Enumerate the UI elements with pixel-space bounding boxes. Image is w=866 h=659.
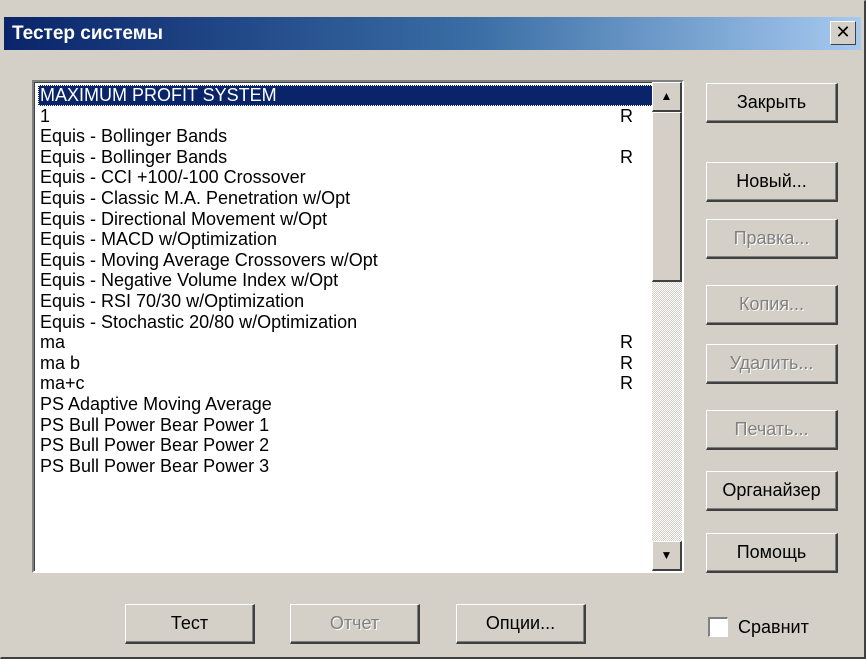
list-item-flag: R xyxy=(620,352,633,373)
list-item[interactable]: Equis - Stochastic 20/80 w/Optimization xyxy=(38,312,656,333)
scroll-up-button[interactable]: ▲ xyxy=(652,82,682,112)
list-item-name: 1 xyxy=(40,105,51,126)
list-item-name: Equis - CCI +100/-100 Crossover xyxy=(40,167,306,188)
test-button[interactable]: Тест xyxy=(125,604,255,644)
list-item[interactable]: PS Adaptive Moving Average xyxy=(38,394,656,415)
list-item-name: PS Bull Power Bear Power 1 xyxy=(40,414,270,435)
systems-listbox[interactable]: MAXIMUM PROFIT SYSTEM 1 R Equis - Bollinger… xyxy=(32,80,684,573)
list-item-name: ma xyxy=(40,332,66,353)
arrow-down-icon: ▼ xyxy=(660,548,673,562)
list-item[interactable]: Equis - Classic M.A. Penetration w/Opt xyxy=(38,188,656,209)
list-item[interactable]: Equis - Negative Volume Index w/Opt xyxy=(38,270,656,291)
scroll-down-button[interactable]: ▼ xyxy=(652,541,682,571)
list-item-name: Equis - Bollinger Bands xyxy=(40,146,228,167)
list-item[interactable]: Equis - RSI 70/30 w/Optimization xyxy=(38,291,656,312)
list-item[interactable]: PS Bull Power Bear Power 1 xyxy=(38,415,656,436)
list-item[interactable]: ma R xyxy=(38,332,656,353)
delete-button[interactable]: Удалить... xyxy=(706,344,838,384)
list-item-flag: R xyxy=(620,146,633,167)
list-item[interactable]: Equis - Moving Average Crossovers w/Opt xyxy=(38,250,656,271)
new-button[interactable]: Новый... xyxy=(706,162,838,202)
compare-checkbox[interactable] xyxy=(708,617,728,637)
scroll-thumb[interactable] xyxy=(652,112,682,282)
close-window-button[interactable]: ✕ xyxy=(830,21,856,45)
list-item[interactable]: MAXIMUM PROFIT SYSTEM xyxy=(38,85,656,106)
list-item-name: ma b xyxy=(40,352,81,373)
help-button[interactable]: Помощь xyxy=(706,533,838,573)
list-item-name: Equis - Moving Average Crossovers w/Opt xyxy=(40,249,378,270)
list-item-name: Equis - Bollinger Bands xyxy=(40,126,228,147)
list-item-flag: R xyxy=(620,332,633,353)
list-item[interactable]: Equis - Bollinger Bands xyxy=(38,126,656,147)
list-item-name: PS Adaptive Moving Average xyxy=(40,393,272,414)
list-item-name: Equis - Negative Volume Index w/Opt xyxy=(40,270,339,291)
arrow-up-icon: ▲ xyxy=(660,89,673,103)
title-bar[interactable]: Тестер системы ✕ xyxy=(4,17,861,50)
list-item[interactable]: Equis - CCI +100/-100 Crossover xyxy=(38,167,656,188)
list-item-name: Equis - RSI 70/30 w/Optimization xyxy=(40,290,305,311)
list-item-name: PS Bull Power Bear Power 2 xyxy=(40,435,270,456)
list-item-flag: R xyxy=(620,105,633,126)
list-item[interactable]: PS Bull Power Bear Power 3 xyxy=(38,456,656,477)
list-item[interactable]: PS Bull Power Bear Power 2 xyxy=(38,435,656,456)
window-title: Тестер системы xyxy=(12,23,164,44)
list-item[interactable]: ma b R xyxy=(38,353,656,374)
systems-list: MAXIMUM PROFIT SYSTEM 1 R Equis - Bollinger… xyxy=(38,85,656,476)
report-button[interactable]: Отчет xyxy=(290,604,420,644)
compare-label: Сравнит xyxy=(738,617,809,637)
vertical-scrollbar[interactable]: ▲ ▼ xyxy=(652,82,682,571)
list-item-name: Equis - Directional Movement w/Opt xyxy=(40,208,328,229)
list-item[interactable]: Equis - Bollinger Bands R xyxy=(38,147,656,168)
organizer-button[interactable]: Органайзер xyxy=(706,471,838,511)
close-icon: ✕ xyxy=(835,22,851,42)
edit-button[interactable]: Правка... xyxy=(706,219,838,259)
copy-button[interactable]: Копия... xyxy=(706,285,838,325)
list-item-name: PS Bull Power Bear Power 3 xyxy=(40,455,270,476)
list-item-flag: R xyxy=(620,373,633,394)
print-button[interactable]: Печать... xyxy=(706,410,838,450)
close-button[interactable]: Закрыть xyxy=(706,83,838,123)
list-item[interactable]: Equis - Directional Movement w/Opt xyxy=(38,209,656,230)
options-button[interactable]: Опции... xyxy=(456,604,586,644)
list-item[interactable]: 1R xyxy=(38,106,656,127)
list-item[interactable]: ma+c R xyxy=(38,373,656,394)
list-item[interactable]: Equis - MACD w/Optimization xyxy=(38,229,656,250)
system-tester-dialog: Тестер системы ✕ MAXIMUM PROFIT SYSTEM 1 R… xyxy=(0,0,866,659)
list-item-name: ma+c xyxy=(40,373,85,394)
list-item-name: Equis - MACD w/Optimization xyxy=(40,229,278,250)
list-item-name: MAXIMUM PROFIT SYSTEM xyxy=(40,85,277,105)
list-item-name: Equis - Stochastic 20/80 w/Optimization xyxy=(40,311,358,332)
list-item-name: Equis - Classic M.A. Penetration w/Opt xyxy=(40,187,351,208)
